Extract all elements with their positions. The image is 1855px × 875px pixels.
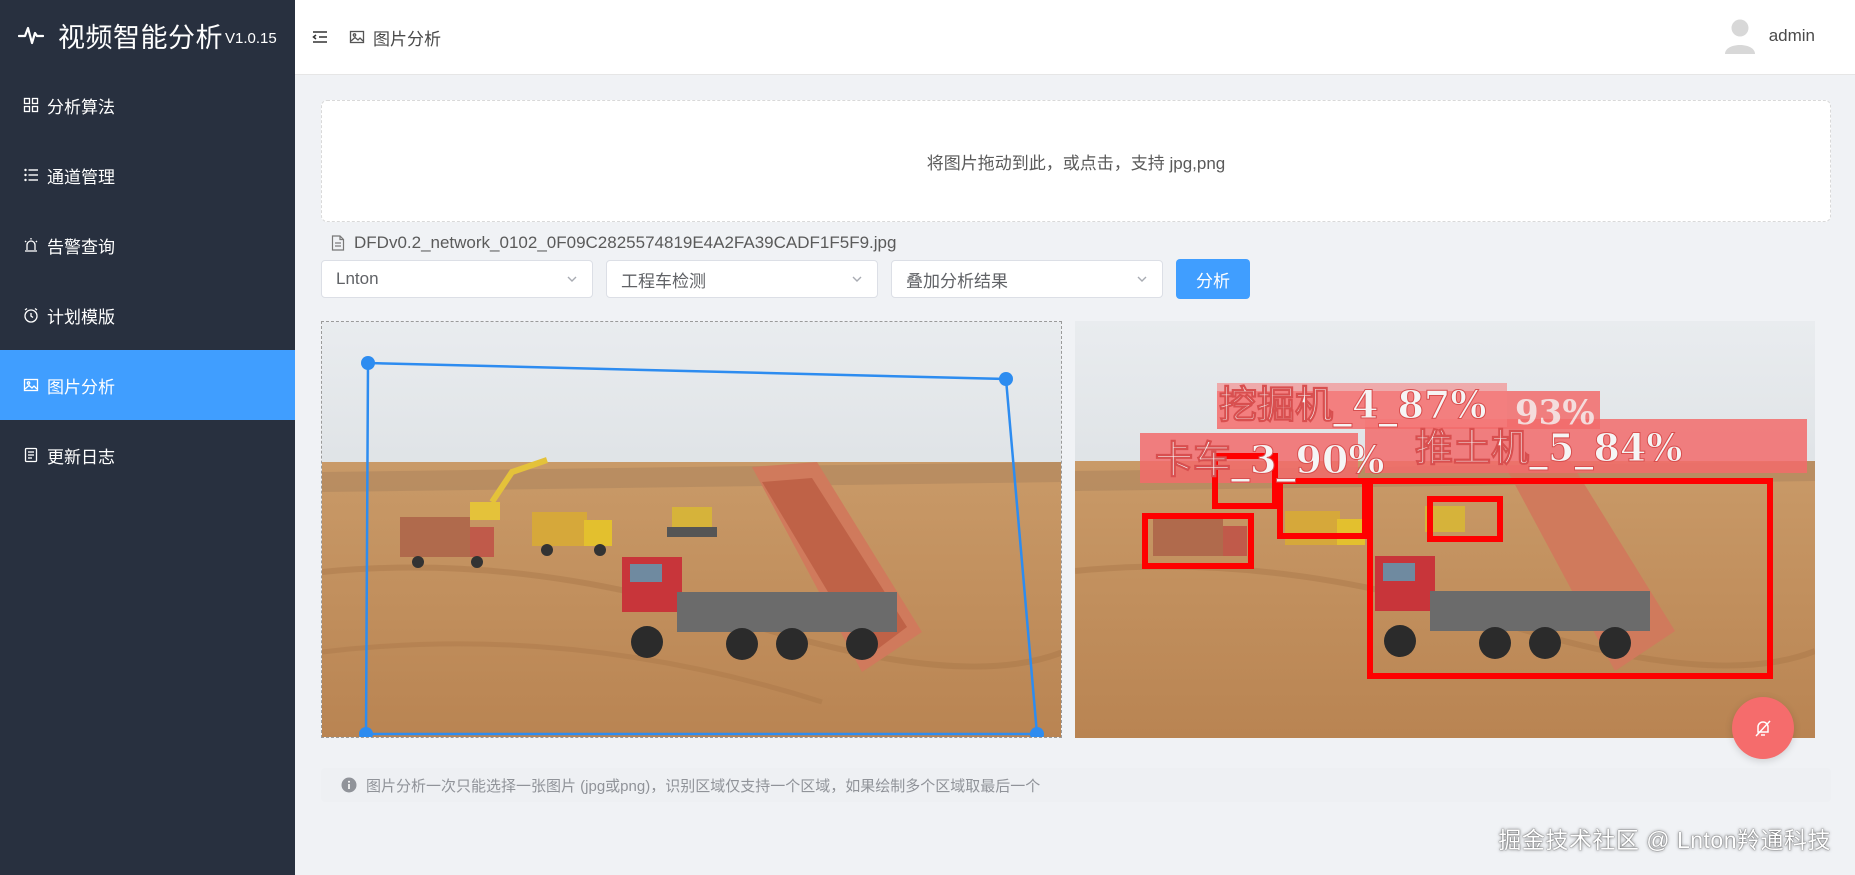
detection-label: 卡车_3_90% xyxy=(1155,437,1384,482)
document-icon xyxy=(23,447,39,463)
app-version: V1.0.15 xyxy=(225,29,277,47)
picture-icon xyxy=(349,29,365,45)
file-name: DFDv0.2_network_0102_0F09C2825574819E4A2… xyxy=(354,233,897,252)
sidebar-item-changelog[interactable]: 更新日志 xyxy=(0,420,295,490)
algorithm-select-value: 工程车检测 xyxy=(621,271,706,291)
detection-label: 挖掘机_4_87% xyxy=(1219,382,1486,427)
algorithm-select[interactable]: 工程车检测 xyxy=(606,260,878,298)
result-photo: 挖掘机_4_87% 93% 卡车_3_90% 推土机_5_84% xyxy=(1075,321,1815,738)
info-icon xyxy=(341,777,357,793)
sidebar-item-alarms[interactable]: 告警查询 xyxy=(0,210,295,280)
display-mode-select[interactable]: 叠加分析结果 xyxy=(891,260,1163,298)
source-image-canvas[interactable] xyxy=(321,321,1062,738)
chevron-down-icon xyxy=(567,276,577,282)
sidebar-item-label: 分析算法 xyxy=(47,97,115,117)
usage-tip: 图片分析一次只能选择一张图片 (jpg或png)，识别区域仅支持一个区域，如果绘… xyxy=(321,768,1831,802)
upload-dropzone[interactable]: 将图片拖动到此，或点击，支持 jpg,png xyxy=(321,100,1831,222)
result-image: 挖掘机_4_87% 93% 卡车_3_90% 推土机_5_84% xyxy=(1075,321,1815,738)
file-icon xyxy=(331,235,345,251)
sidebar-item-label: 通道管理 xyxy=(47,167,115,187)
sidebar-menu: 分析算法 通道管理 告警查询 计划模版 图片分析 更新日志 xyxy=(0,70,295,490)
uploaded-file: DFDv0.2_network_0102_0F09C2825574819E4A2… xyxy=(331,233,1831,253)
username: admin xyxy=(1768,26,1815,45)
alarm-light-icon xyxy=(23,237,39,253)
detection-label: 推土机_5_84% xyxy=(1415,425,1682,470)
upload-hint: 将图片拖动到此，或点击，支持 jpg,png xyxy=(926,153,1226,173)
construction-site-photo xyxy=(322,322,1061,737)
user-menu[interactable]: admin xyxy=(1723,18,1815,54)
collapse-menu-icon[interactable] xyxy=(311,28,329,46)
chevron-down-icon xyxy=(1137,276,1147,282)
watermark: 掘金技术社区 @ Lnton羚通科技 xyxy=(1498,827,1831,853)
grid-icon xyxy=(23,97,39,113)
analysis-controls: Lnton 工程车检测 叠加分析结果 分析 xyxy=(321,259,1831,299)
main-content: 将图片拖动到此，或点击，支持 jpg,png DFDv0.2_network_0… xyxy=(321,100,1831,802)
bell-off-icon xyxy=(1755,720,1771,737)
pulse-icon xyxy=(17,22,45,48)
chevron-down-icon xyxy=(852,276,862,282)
list-icon xyxy=(23,167,39,183)
picture-icon xyxy=(23,377,39,393)
channel-select-value: Lnton xyxy=(336,269,379,288)
clear-region-button[interactable] xyxy=(1732,697,1794,759)
sidebar-item-label: 告警查询 xyxy=(47,237,115,257)
app-title: 视频智能分析 xyxy=(58,22,223,53)
sidebar: 视频智能分析 V1.0.15 分析算法 通道管理 告警查询 计划模版 图片分析 … xyxy=(0,0,295,875)
sidebar-item-label: 图片分析 xyxy=(47,377,115,397)
sidebar-item-plans[interactable]: 计划模版 xyxy=(0,280,295,350)
sidebar-item-channels[interactable]: 通道管理 xyxy=(0,140,295,210)
analyze-button[interactable]: 分析 xyxy=(1176,259,1250,299)
breadcrumb-label: 图片分析 xyxy=(373,29,441,49)
usage-tip-text: 图片分析一次只能选择一张图片 (jpg或png)，识别区域仅支持一个区域，如果绘… xyxy=(366,777,1041,795)
clock-icon xyxy=(23,307,39,323)
image-panels: 挖掘机_4_87% 93% 卡车_3_90% 推土机_5_84% xyxy=(321,321,1831,738)
sidebar-item-label: 计划模版 xyxy=(47,307,115,327)
brand: 视频智能分析 V1.0.15 xyxy=(0,0,295,70)
channel-select[interactable]: Lnton xyxy=(321,260,593,298)
top-header: 图片分析 admin xyxy=(295,0,1855,75)
sidebar-item-image-analysis[interactable]: 图片分析 xyxy=(0,350,295,420)
breadcrumb: 图片分析 xyxy=(349,25,441,50)
avatar xyxy=(1723,18,1757,54)
display-mode-select-value: 叠加分析结果 xyxy=(906,271,1008,291)
sidebar-item-label: 更新日志 xyxy=(47,447,115,467)
sidebar-item-algorithms[interactable]: 分析算法 xyxy=(0,70,295,140)
